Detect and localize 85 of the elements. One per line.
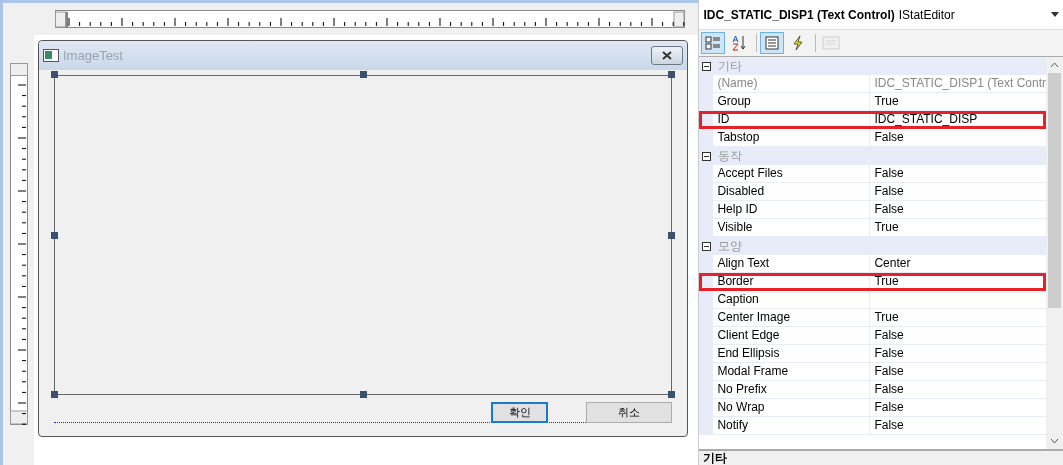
resize-handle[interactable]: [51, 232, 58, 239]
property-row[interactable]: Group True: [699, 93, 1046, 111]
property-row[interactable]: Help ID False: [699, 201, 1046, 219]
property-list-icon: [764, 35, 781, 51]
property-name[interactable]: Tabstop: [713, 129, 871, 147]
toolbar-button[interactable]: [760, 32, 785, 54]
category-label: 기타: [718, 58, 743, 75]
property-value[interactable]: False: [870, 363, 1046, 381]
property-value[interactable]: True: [870, 219, 1046, 237]
close-button[interactable]: [651, 46, 683, 65]
description-title: 기타: [703, 451, 729, 465]
property-name[interactable]: Center Image: [713, 309, 871, 327]
resize-handle[interactable]: [668, 71, 675, 78]
property-value[interactable]: False: [870, 201, 1046, 219]
window-icon: [43, 48, 59, 63]
property-value[interactable]: IDC_STATIC_DISP: [870, 111, 1046, 129]
property-row[interactable]: Align Text Center: [699, 255, 1046, 273]
collapse-toggle[interactable]: [702, 151, 712, 161]
property-row[interactable]: Tabstop False: [699, 129, 1046, 147]
property-name[interactable]: No Wrap: [713, 399, 871, 417]
category-label: 모양: [718, 238, 743, 255]
property-name[interactable]: ID: [713, 111, 871, 129]
property-row[interactable]: No Wrap False: [699, 399, 1046, 417]
property-value[interactable]: Center: [870, 255, 1046, 273]
property-name[interactable]: Visible: [713, 219, 871, 237]
resize-handle[interactable]: [360, 391, 367, 398]
property-row[interactable]: Visible True: [699, 219, 1046, 237]
property-name[interactable]: Group: [713, 93, 871, 111]
property-name[interactable]: Modal Frame: [713, 363, 871, 381]
property-name[interactable]: End Ellipsis: [713, 345, 871, 363]
static-control[interactable]: [54, 75, 672, 395]
resize-handle[interactable]: [360, 71, 367, 78]
collapse-toggle[interactable]: [702, 241, 712, 251]
sort-icon: [731, 35, 748, 51]
property-row[interactable]: Border True: [699, 273, 1046, 291]
collapse-toggle[interactable]: [702, 61, 712, 71]
resize-handle[interactable]: [668, 232, 675, 239]
property-value[interactable]: False: [870, 399, 1046, 417]
property-row[interactable]: Client Edge False: [699, 327, 1046, 345]
scrollbar[interactable]: [1046, 57, 1063, 449]
object-name: IDC_STATIC_DISP1 (Text Control): [703, 6, 895, 24]
property-name[interactable]: Align Text: [713, 255, 871, 273]
property-value[interactable]: False: [870, 345, 1046, 363]
property-name[interactable]: (Name): [713, 75, 871, 93]
property-name[interactable]: Border: [713, 273, 871, 291]
category-label: 동작: [718, 148, 743, 165]
property-row[interactable]: ID IDC_STATIC_DISP: [699, 111, 1046, 129]
object-type: IStatEditor: [898, 6, 955, 24]
toolbar-button[interactable]: [701, 32, 726, 54]
dialog-button[interactable]: 확인: [491, 402, 548, 423]
dialog-button[interactable]: 취소: [586, 402, 672, 423]
property-name[interactable]: Help ID: [713, 201, 871, 219]
property-pages-icon: [822, 35, 841, 51]
property-name[interactable]: Notify: [713, 417, 871, 435]
property-row[interactable]: (Name) IDC_STATIC_DISP1 (Text Contr: [699, 75, 1046, 93]
property-name[interactable]: Client Edge: [713, 327, 871, 345]
property-value[interactable]: False: [870, 417, 1046, 435]
property-row[interactable]: Notify False: [699, 417, 1046, 435]
property-row[interactable]: Center Image True: [699, 309, 1046, 327]
property-value[interactable]: True: [870, 93, 1046, 111]
property-row[interactable]: Accept Files False: [699, 165, 1046, 183]
categorized-icon: [705, 35, 722, 51]
window-title: ImageTest: [63, 46, 123, 65]
close-icon: [662, 51, 672, 60]
property-value[interactable]: False: [870, 327, 1046, 345]
property-value[interactable]: False: [870, 129, 1046, 147]
property-value[interactable]: False: [870, 183, 1046, 201]
property-value[interactable]: False: [870, 165, 1046, 183]
property-row[interactable]: End Ellipsis False: [699, 345, 1046, 363]
property-name[interactable]: Disabled: [713, 183, 871, 201]
dropdown-caret-icon: [1051, 12, 1059, 17]
property-row[interactable]: No Prefix False: [699, 381, 1046, 399]
property-name[interactable]: Caption: [713, 291, 871, 309]
property-value[interactable]: False: [870, 381, 1046, 399]
property-value[interactable]: True: [870, 273, 1046, 291]
property-row[interactable]: Caption: [699, 291, 1046, 309]
property-row[interactable]: Modal Frame False: [699, 363, 1046, 381]
resize-handle[interactable]: [51, 391, 58, 398]
property-name[interactable]: Accept Files: [713, 165, 871, 183]
property-row[interactable]: Disabled False: [699, 183, 1046, 201]
property-value[interactable]: IDC_STATIC_DISP1 (Text Contr: [870, 75, 1046, 93]
resize-handle[interactable]: [51, 71, 58, 78]
property-value[interactable]: True: [870, 309, 1046, 327]
property-name[interactable]: No Prefix: [713, 381, 871, 399]
resize-handle[interactable]: [668, 391, 675, 398]
